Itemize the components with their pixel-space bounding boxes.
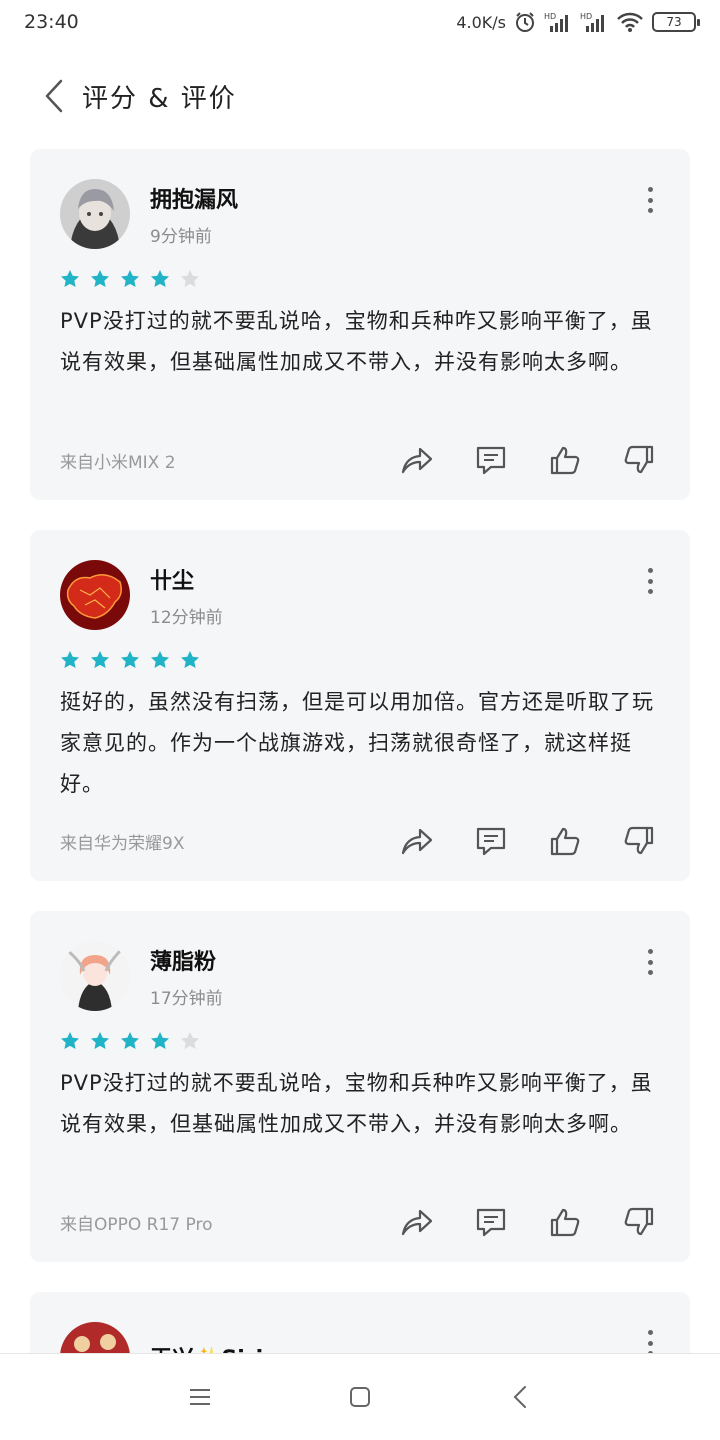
more-menu-icon[interactable] [640,187,660,213]
more-menu-icon[interactable] [640,568,660,594]
review-time: 12分钟前 [150,607,223,628]
header: 评分 & 评价 [0,64,720,128]
star-filled-icon [151,1032,169,1049]
chevron-left-icon [45,79,63,113]
battery-icon: 73 [652,12,700,32]
alarm-icon [514,11,536,33]
star-filled-icon [91,270,109,287]
star-rating [60,650,660,670]
review-card: 薄脂粉 17分钟前 PVP没打过的就不要乱说哈，宝物和兵种咋又影响平衡了，虽说有… [30,911,690,1262]
more-menu-icon[interactable] [640,949,660,975]
back-button[interactable] [38,76,70,116]
menu-icon[interactable] [180,1377,220,1417]
review-card: 王兴✨Sirius [30,1292,690,1362]
share-icon[interactable] [400,443,434,477]
comment-icon[interactable] [474,1205,508,1239]
review-text: 挺好的，虽然没有扫荡，但是可以用加倍。官方还是听取了玩家意见的。作为一个战旗游戏… [60,690,654,796]
star-empty-icon [181,1032,199,1049]
star-filled-icon [91,1032,109,1049]
star-filled-icon [91,651,109,668]
status-bar: 23:40 4.0K/s HD HD 73 [0,0,720,44]
avatar[interactable] [60,560,130,630]
star-filled-icon [121,651,139,668]
avatar[interactable] [60,941,130,1011]
review-time: 9分钟前 [150,226,212,247]
thumbs-up-icon[interactable] [548,443,582,477]
username: 卄尘 [150,568,195,594]
network-speed: 4.0K/s [456,12,506,32]
review-list: 拥抱漏风 9分钟前 PVP没打过的就不要乱说哈，宝物和兵种咋又影响平衡了，虽说有… [30,149,690,1392]
star-filled-icon [61,270,79,287]
star-rating [60,269,660,289]
thumbs-down-icon[interactable] [622,1205,656,1239]
star-filled-icon [61,1032,79,1049]
system-nav-bar [0,1353,720,1440]
star-filled-icon [61,651,79,668]
thumbs-up-icon[interactable] [548,824,582,858]
status-icons: 4.0K/s HD HD 73 [456,11,700,33]
username: 拥抱漏风 [150,187,239,213]
star-empty-icon [181,270,199,287]
page-title: 评分 & 评价 [82,83,237,114]
svg-text:HD: HD [544,12,556,21]
thumbs-down-icon[interactable] [622,443,656,477]
thumbs-up-icon[interactable] [548,1205,582,1239]
review-card: 拥抱漏风 9分钟前 PVP没打过的就不要乱说哈，宝物和兵种咋又影响平衡了，虽说有… [30,149,690,500]
device-label: 来自华为荣耀9X [60,833,185,854]
username: 薄脂粉 [150,949,217,975]
star-filled-icon [151,651,169,668]
signal-hd-icon: HD [544,11,572,33]
star-rating [60,1031,660,1051]
device-label: 来自OPPO R17 Pro [60,1214,213,1235]
square-home-icon[interactable] [340,1377,380,1417]
signal-hd-icon-2: HD [580,11,608,33]
device-label: 来自小米MIX 2 [60,452,176,473]
review-card: 卄尘 12分钟前 挺好的，虽然没有扫荡，但是可以用加倍。官方还是听取了玩家意见的… [30,530,690,881]
svg-text:HD: HD [580,12,592,21]
comment-icon[interactable] [474,824,508,858]
star-filled-icon [121,1032,139,1049]
star-filled-icon [121,270,139,287]
avatar[interactable] [60,179,130,249]
star-filled-icon [181,651,199,668]
share-icon[interactable] [400,824,434,858]
share-icon[interactable] [400,1205,434,1239]
review-time: 17分钟前 [150,988,223,1009]
back-triangle-icon[interactable] [500,1377,540,1417]
review-text: PVP没打过的就不要乱说哈，宝物和兵种咋又影响平衡了，虽说有效果，但基础属性加成… [60,309,653,374]
status-time: 23:40 [24,11,79,33]
review-text: PVP没打过的就不要乱说哈，宝物和兵种咋又影响平衡了，虽说有效果，但基础属性加成… [60,1071,653,1136]
comment-icon[interactable] [474,443,508,477]
thumbs-down-icon[interactable] [622,824,656,858]
star-filled-icon [151,270,169,287]
wifi-icon [616,11,644,33]
